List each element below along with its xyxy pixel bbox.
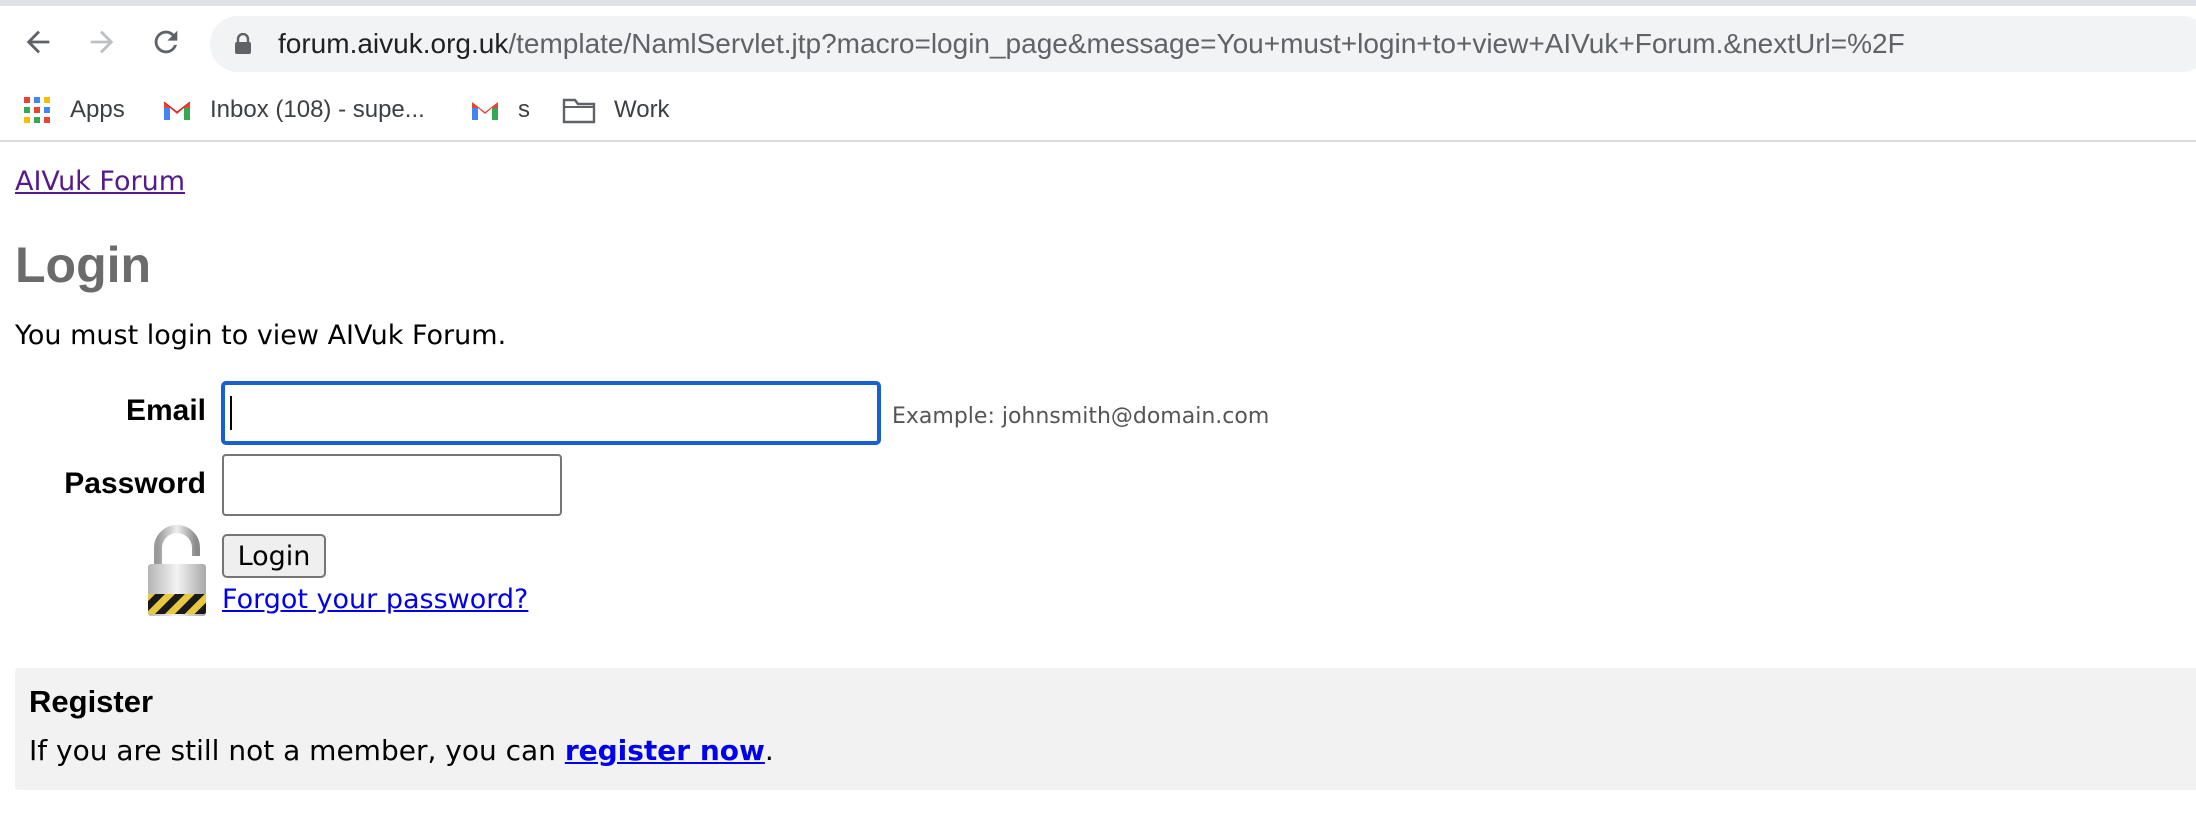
email-label: Email <box>125 394 206 427</box>
page-title: Login <box>15 237 152 293</box>
register-now-link[interactable]: register now <box>565 734 765 767</box>
bookmark-label: Apps <box>70 96 125 123</box>
url-host: forum.aivuk.org.uk <box>278 28 509 59</box>
gmail-icon <box>472 102 498 120</box>
url-text[interactable]: forum.aivuk.org.uk/template/NamlServlet.… <box>278 28 1905 60</box>
login-button[interactable]: Login <box>222 534 326 578</box>
bookmark-work[interactable]: Work <box>562 92 670 128</box>
padlock-icon <box>148 525 206 616</box>
email-field[interactable] <box>222 382 880 444</box>
reload-button[interactable] <box>146 22 186 62</box>
password-field[interactable] <box>222 454 562 516</box>
register-heading: Register <box>29 684 154 719</box>
forgot-password-link[interactable]: Forgot your password? <box>222 584 528 615</box>
url-path: /template/NamlServlet.jtp?macro=login_pa… <box>508 28 1905 59</box>
page-content: AIVuk Forum Login You must login to view… <box>0 144 2196 834</box>
apps-grid-icon <box>24 97 50 123</box>
forward-button[interactable] <box>82 22 122 62</box>
back-button[interactable] <box>18 22 58 62</box>
back-arrow-icon <box>26 30 50 54</box>
bookmarks-bar: Apps Inbox (108) - supe... s Work <box>0 80 2196 142</box>
lock-icon[interactable] <box>234 33 252 55</box>
password-label: Password <box>64 467 206 500</box>
reload-icon <box>154 30 178 54</box>
gmail-icon <box>163 101 191 120</box>
bookmark-s[interactable]: s <box>470 92 530 128</box>
register-panel: Register If you are still not a member, … <box>15 668 2196 790</box>
address-bar[interactable]: forum.aivuk.org.uk/template/NamlServlet.… <box>210 16 2196 72</box>
bookmark-inbox[interactable]: Inbox (108) - supe... <box>162 92 425 128</box>
browser-toolbar: forum.aivuk.org.uk/template/NamlServlet.… <box>0 6 2196 80</box>
register-text: If you are still not a member, you can r… <box>29 734 774 767</box>
bookmark-label: Inbox (108) - supe... <box>210 96 425 123</box>
bookmark-apps[interactable]: Apps <box>22 92 125 128</box>
forum-home-link[interactable]: AIVuk Forum <box>15 166 185 197</box>
register-prefix: If you are still not a member, you can <box>29 734 565 767</box>
folder-icon <box>562 98 596 124</box>
login-message: You must login to view AIVuk Forum. <box>15 320 507 351</box>
forward-arrow-icon <box>90 30 114 54</box>
register-suffix: . <box>764 734 774 767</box>
bookmark-label: Work <box>614 96 670 123</box>
text-caret <box>230 396 232 430</box>
bookmark-label: s <box>518 96 530 123</box>
email-hint: Example: johnsmith@domain.com <box>892 404 1270 429</box>
